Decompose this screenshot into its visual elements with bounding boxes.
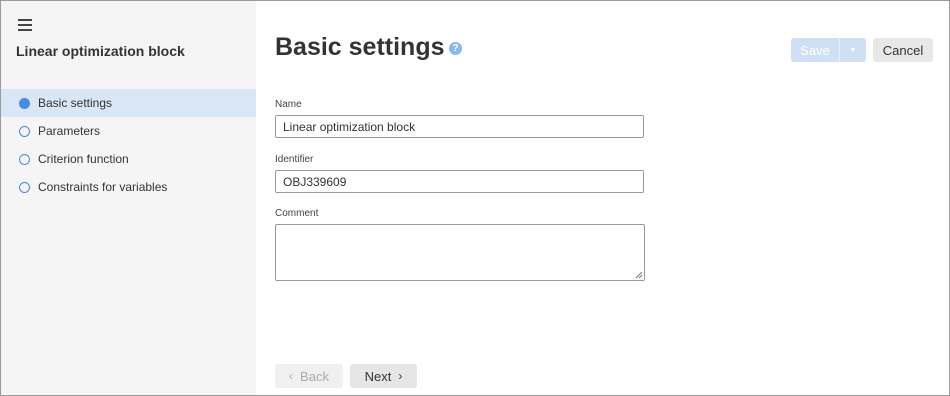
back-label: Back bbox=[300, 368, 329, 384]
comment-textarea[interactable] bbox=[275, 224, 645, 281]
step-indicator-icon bbox=[19, 97, 30, 109]
save-button[interactable]: Save bbox=[791, 38, 839, 62]
step-label: Parameters bbox=[38, 124, 101, 138]
back-button[interactable]: ‹ Back bbox=[275, 364, 343, 388]
next-label: Next bbox=[364, 368, 392, 384]
chevron-left-icon: ‹ bbox=[289, 369, 294, 383]
name-field[interactable]: Linear optimization block bbox=[275, 115, 644, 138]
step-basic-settings[interactable]: Basic settings bbox=[1, 89, 256, 117]
step-indicator-icon bbox=[19, 181, 30, 193]
help-icon[interactable]: ? bbox=[449, 42, 462, 55]
step-indicator-icon bbox=[19, 125, 30, 137]
step-criterion-function[interactable]: Criterion function bbox=[1, 145, 256, 173]
identifier-field[interactable]: OBJ339609 bbox=[275, 170, 644, 193]
comment-label: Comment bbox=[275, 208, 319, 219]
sidebar-title: Linear optimization block bbox=[16, 43, 185, 59]
save-split-button: Save ▼ bbox=[791, 38, 866, 62]
step-indicator-icon bbox=[19, 153, 30, 165]
save-dropdown-button[interactable]: ▼ bbox=[839, 38, 866, 62]
identifier-label: Identifier bbox=[275, 154, 314, 165]
name-label: Name bbox=[275, 99, 302, 110]
step-parameters[interactable]: Parameters bbox=[1, 117, 256, 145]
page-title: Basic settings bbox=[275, 33, 445, 61]
sidebar: Linear optimization block Basic settings… bbox=[1, 1, 256, 395]
hamburger-menu-icon[interactable] bbox=[18, 19, 32, 31]
step-label: Criterion function bbox=[38, 152, 129, 166]
step-constraints-for-variables[interactable]: Constraints for variables bbox=[1, 173, 256, 201]
dialog-window: Linear optimization block Basic settings… bbox=[0, 0, 950, 396]
cancel-button[interactable]: Cancel bbox=[873, 38, 933, 62]
steps-list: Basic settings Parameters Criterion func… bbox=[1, 89, 256, 201]
chevron-right-icon: › bbox=[398, 369, 403, 383]
caret-down-icon: ▼ bbox=[849, 46, 857, 54]
resize-handle-icon[interactable] bbox=[635, 271, 643, 279]
next-button[interactable]: Next › bbox=[350, 364, 417, 388]
step-label: Constraints for variables bbox=[38, 180, 168, 194]
step-label: Basic settings bbox=[38, 96, 113, 110]
